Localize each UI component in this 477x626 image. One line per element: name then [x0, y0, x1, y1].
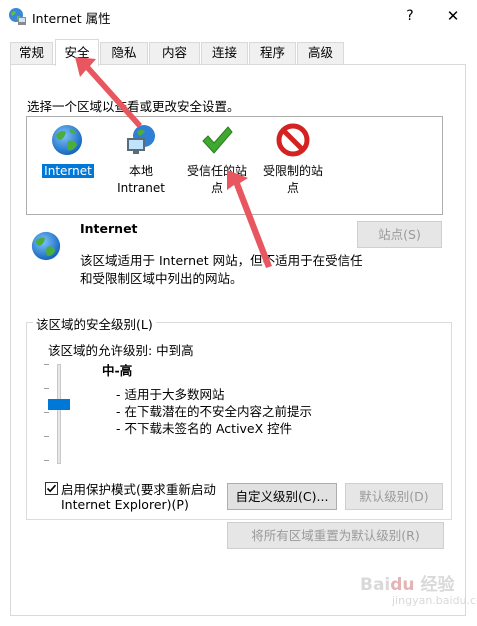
- security-level-name: 中-高: [102, 363, 133, 378]
- tab-security[interactable]: 安全: [55, 39, 99, 66]
- internet-options-icon: [9, 8, 26, 25]
- security-level-group-label: 该区域的安全级别(L): [33, 314, 156, 333]
- security-level-slider-track[interactable]: [57, 364, 61, 464]
- tab-connections[interactable]: 连接: [201, 42, 248, 64]
- globe-icon: [52, 125, 82, 155]
- zone-restricted-sites[interactable]: 受限制的站 点: [255, 121, 331, 201]
- zone-internet-label: Internet: [42, 164, 94, 178]
- default-level-button[interactable]: 默认级别(D): [345, 483, 443, 510]
- selected-zone-desc-line1: 该区域适用于 Internet 网站，但不适用于在受信任: [80, 253, 363, 268]
- tab-advanced[interactable]: 高级: [297, 42, 344, 64]
- checkmark-icon: [202, 126, 233, 154]
- restricted-icon: [276, 123, 310, 157]
- help-button[interactable]: ?: [398, 5, 422, 27]
- zone-trusted-sites-label-line2: 点: [210, 181, 223, 195]
- tab-general[interactable]: 常规: [10, 42, 53, 64]
- title-bar: Internet 属性 ? ✕: [0, 0, 477, 32]
- close-button[interactable]: ✕: [441, 5, 465, 27]
- zone-internet[interactable]: Internet: [37, 121, 97, 181]
- reset-all-zones-button[interactable]: 将所有区域重置为默认级别(R): [227, 522, 444, 549]
- security-level-slider-thumb[interactable]: [48, 398, 70, 410]
- zone-restricted-sites-label-line1: 受限制的站: [262, 164, 323, 178]
- zone-trusted-sites[interactable]: 受信任的站 点: [179, 121, 255, 201]
- checkmark-icon: [46, 484, 57, 493]
- custom-level-button[interactable]: 自定义级别(C)...: [227, 483, 337, 510]
- intranet-icon: [127, 125, 155, 154]
- zone-list[interactable]: Internet 本地 Intranet 受信任的站 点 受限制的站 点: [26, 116, 443, 215]
- selected-zone-desc-line2: 和受限制区域中列出的网站。: [80, 271, 243, 286]
- window-title: Internet 属性: [32, 11, 111, 26]
- selected-zone-globe-icon: [31, 231, 61, 261]
- tab-privacy[interactable]: 隐私: [100, 42, 148, 64]
- zone-trusted-sites-label-line1: 受信任的站: [186, 164, 247, 178]
- tab-content[interactable]: 内容: [149, 42, 200, 64]
- zone-local-intranet-label-line1: 本地: [128, 164, 153, 178]
- watermark-logo: Baidu 经验: [360, 575, 455, 595]
- protected-mode-checkbox[interactable]: [45, 482, 58, 495]
- zone-local-intranet[interactable]: 本地 Intranet: [109, 121, 173, 201]
- allowed-levels-text: 该区域的允许级别: 中到高: [48, 343, 194, 358]
- sites-button[interactable]: 站点(S): [357, 221, 442, 248]
- zone-local-intranet-label-line2: Intranet: [117, 181, 165, 195]
- zone-prompt: 选择一个区域以查看或更改安全设置。: [27, 99, 240, 114]
- tab-programs[interactable]: 程序: [249, 42, 296, 64]
- protected-mode-label-line1[interactable]: 启用保护模式(要求重新启动: [61, 479, 216, 498]
- protected-mode-label-line2[interactable]: Internet Explorer)(P): [61, 497, 189, 512]
- watermark-url: jingyan.baidu.com: [392, 594, 477, 607]
- selected-zone-name: Internet: [80, 221, 138, 236]
- zone-restricted-sites-label-line2: 点: [286, 181, 299, 195]
- level-desc-3: - 不下载未签名的 ActiveX 控件: [116, 421, 293, 436]
